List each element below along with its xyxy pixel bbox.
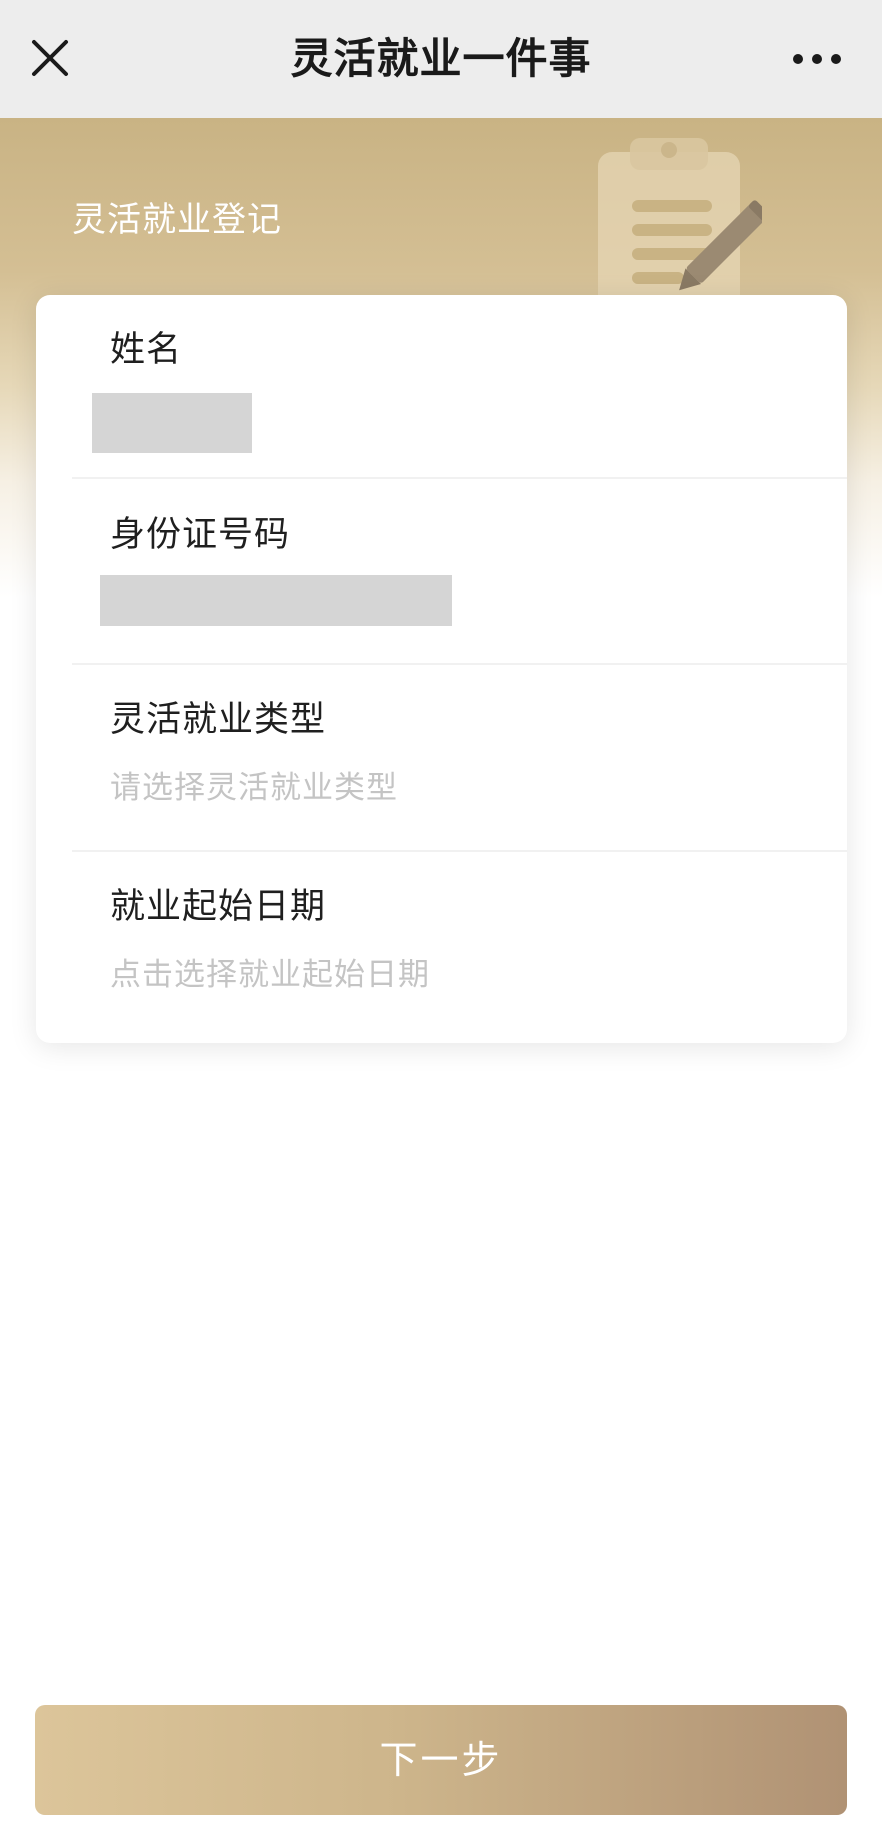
- name-field: 姓名: [36, 295, 847, 478]
- hero-title: 灵活就业登记: [72, 200, 282, 240]
- top-navigation-bar: 灵活就业一件事: [0, 0, 882, 118]
- id-number-value-masked[interactable]: [100, 575, 452, 626]
- close-icon[interactable]: [24, 32, 76, 84]
- page-title: 灵活就业一件事: [290, 34, 592, 83]
- name-label: 姓名: [110, 330, 183, 370]
- start-date-field[interactable]: 就业起始日期 点击选择就业起始日期: [36, 852, 847, 1043]
- clipboard-pencil-icon: [586, 132, 770, 312]
- registration-form-card: 姓名 身份证号码 灵活就业类型 请选择灵活就业类型 就业起始日期 点击选择就业起…: [36, 295, 847, 1043]
- next-step-button[interactable]: 下一步: [35, 1705, 847, 1815]
- name-value-masked[interactable]: [92, 393, 252, 453]
- more-icon[interactable]: [792, 50, 842, 68]
- start-date-picker[interactable]: 点击选择就业起始日期: [110, 949, 430, 994]
- id-number-field: 身份证号码: [36, 479, 847, 662]
- start-date-label: 就业起始日期: [110, 887, 327, 927]
- id-number-label: 身份证号码: [110, 515, 291, 555]
- employment-type-field[interactable]: 灵活就业类型 请选择灵活就业类型: [36, 665, 847, 850]
- employment-type-select[interactable]: 请选择灵活就业类型: [110, 762, 398, 807]
- employment-type-label: 灵活就业类型: [110, 700, 327, 740]
